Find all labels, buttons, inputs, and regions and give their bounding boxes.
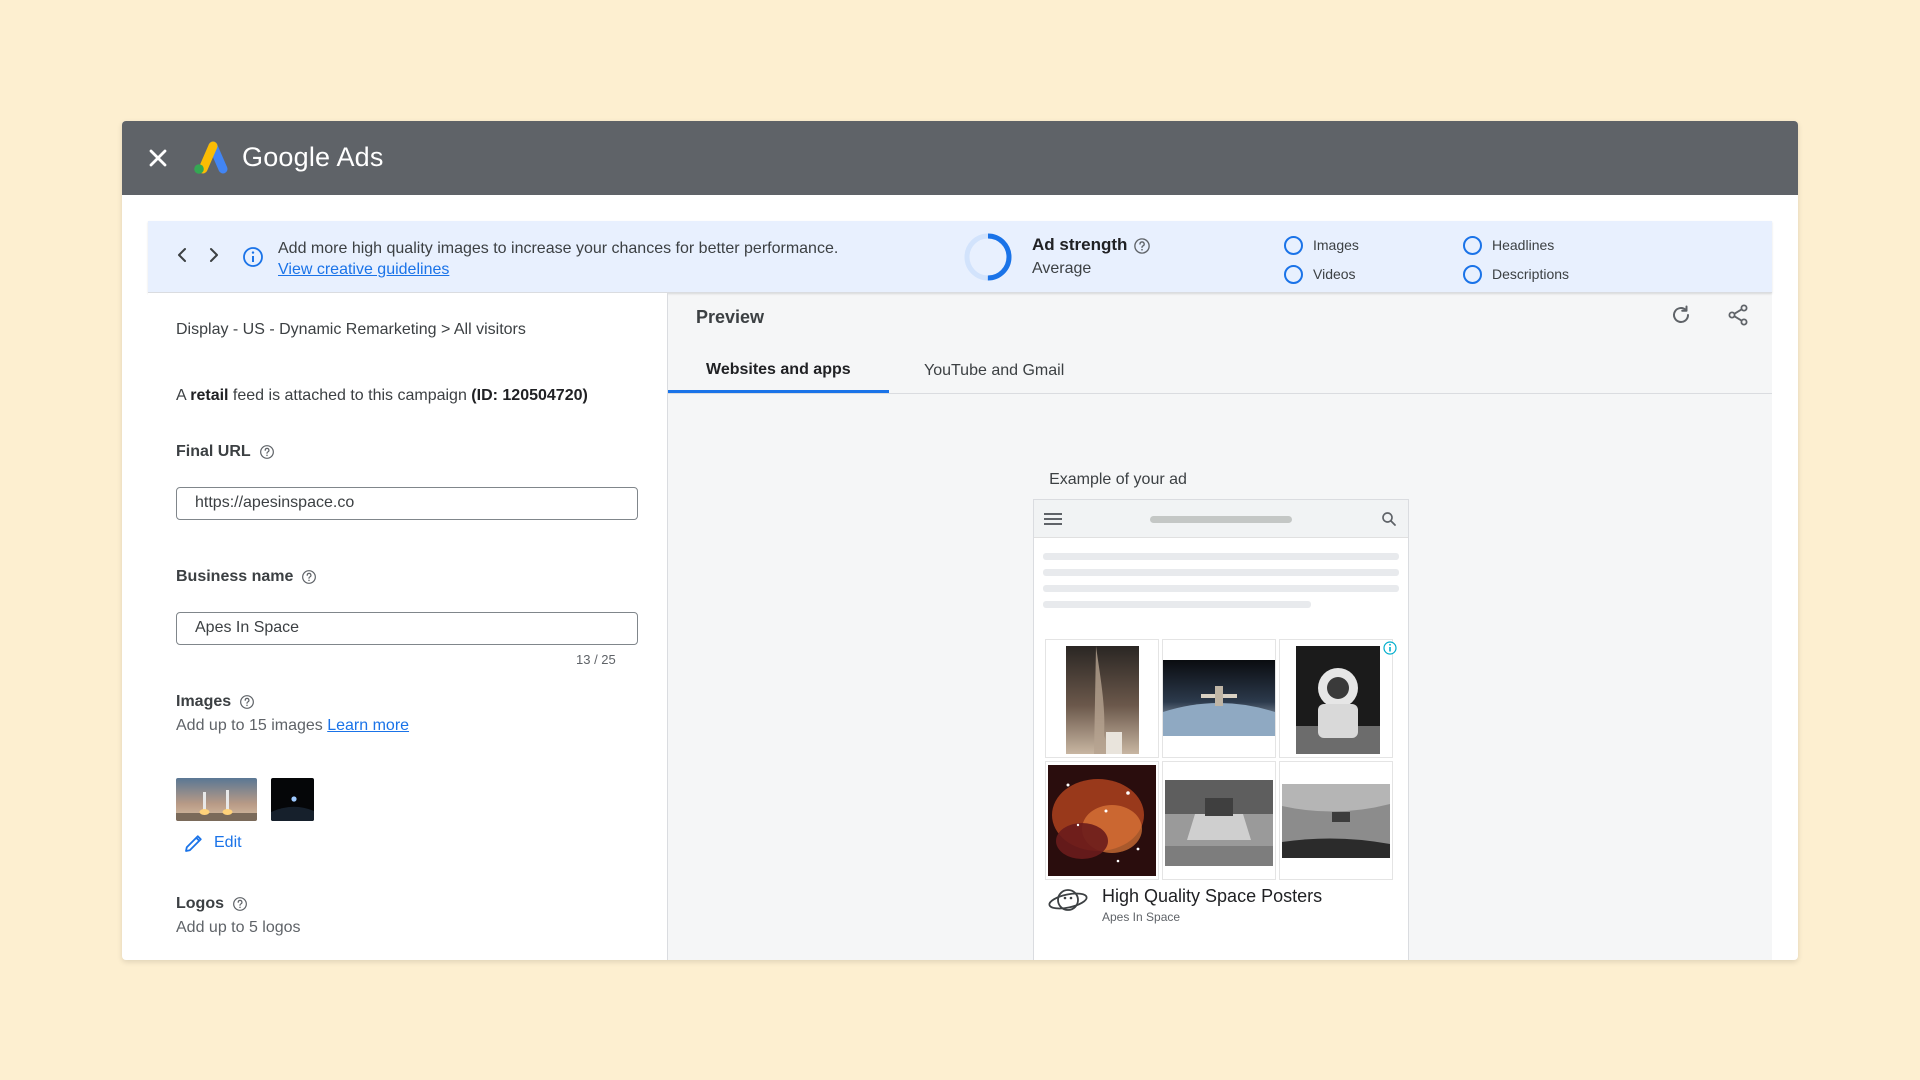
images-hint-text: Add up to 15 images [176, 717, 323, 734]
ad-business-name: Apes In Space [1102, 910, 1181, 924]
ad-strength-label: Ad strength [1032, 235, 1128, 254]
content-area: Add more high quality images to increase… [148, 221, 1772, 960]
tab-websites-and-apps[interactable]: Websites and apps [668, 349, 889, 393]
requirement-descriptions[interactable]: Descriptions [1463, 264, 1569, 284]
ad-strength-ring [964, 233, 1012, 281]
menu-icon [1044, 513, 1062, 525]
close-icon[interactable] [144, 144, 172, 172]
skeleton-line [1043, 553, 1399, 560]
character-counter: 13 / 25 [576, 652, 616, 667]
feed-prefix: A [176, 387, 191, 404]
business-name-label: Business name [176, 568, 317, 586]
title-bar: Google Ads [122, 121, 1798, 195]
ad-form-panel: Display - US - Dynamic Remarketing > All… [148, 293, 668, 960]
poster-tile [1163, 762, 1275, 879]
space-station-poster [1163, 660, 1275, 736]
earth-from-space-image [271, 778, 314, 821]
refresh-icon[interactable] [1669, 303, 1693, 327]
feed-id: (ID: 120504720) [471, 387, 588, 404]
requirement-headlines[interactable]: Headlines [1463, 235, 1554, 255]
rocket-launch-image [176, 778, 257, 821]
business-name-input[interactable]: Apes In Space [176, 612, 638, 645]
skeleton-line [1043, 585, 1399, 592]
poster-tile [1046, 640, 1158, 757]
rocket-launch-poster [1066, 646, 1139, 754]
poster-tile [1280, 640, 1392, 757]
business-name-label-text: Business name [176, 568, 294, 585]
radio-circle-icon [1284, 235, 1303, 255]
learn-more-link[interactable]: Learn more [327, 717, 409, 734]
help-icon[interactable] [259, 444, 275, 460]
adchoices-icon[interactable] [1383, 641, 1397, 655]
skeleton-line [1043, 601, 1311, 608]
view-creative-guidelines-link[interactable]: View creative guidelines [278, 261, 449, 279]
images-hint: Add up to 15 images Learn more [176, 717, 409, 735]
nebula-poster [1048, 765, 1156, 876]
planet-logo-icon [1048, 889, 1088, 911]
help-icon[interactable] [232, 896, 248, 912]
mock-browser-bar [1034, 500, 1408, 538]
app-window: Google Ads Add more high quality images … [122, 121, 1798, 960]
preview-panel: Preview Websites and apps YouTube and Gm… [668, 293, 1772, 960]
astronaut-poster [1296, 646, 1380, 754]
skeleton-line [1043, 569, 1399, 576]
lunar-module-poster [1165, 780, 1273, 866]
example-label: Example of your ad [1049, 471, 1187, 488]
feed-type: retail [190, 387, 229, 404]
poster-tile [1163, 640, 1275, 757]
ad-preview-mockup: High Quality Space Posters Apes In Space [1033, 499, 1409, 960]
chevron-right-icon[interactable] [202, 243, 226, 267]
image-thumbnail[interactable] [176, 778, 257, 821]
logos-hint: Add up to 5 logos [176, 919, 301, 936]
requirement-videos[interactable]: Videos [1284, 264, 1356, 284]
app-title: Google Ads [242, 142, 384, 172]
feed-text: feed is attached to this campaign [228, 387, 472, 404]
requirement-label: Videos [1313, 266, 1356, 282]
mock-address-bar [1150, 516, 1292, 523]
final-url-label-text: Final URL [176, 443, 251, 460]
tab-youtube-and-gmail[interactable]: YouTube and Gmail [886, 349, 1102, 393]
radio-circle-icon [1463, 235, 1482, 255]
logos-label-text: Logos [176, 895, 224, 912]
images-label: Images [176, 693, 255, 711]
feed-notice: A retail feed is attached to this campai… [176, 387, 588, 405]
ad-headline[interactable]: High Quality Space Posters [1102, 886, 1322, 907]
tabs-divider [668, 393, 1772, 394]
breadcrumb: Display - US - Dynamic Remarketing > All… [176, 321, 526, 338]
requirement-images[interactable]: Images [1284, 235, 1359, 255]
share-icon[interactable] [1726, 303, 1750, 327]
final-url-input[interactable]: https://apesinspace.co [176, 487, 638, 520]
poster-tile [1046, 762, 1158, 879]
logos-label: Logos [176, 895, 248, 913]
help-icon[interactable] [1133, 237, 1151, 255]
images-label-text: Images [176, 693, 232, 710]
image-thumbnail[interactable] [271, 778, 314, 821]
banner-message: Add more high quality images to increase… [278, 240, 839, 257]
google-ads-logo-icon [194, 141, 228, 174]
ad-strength-value: Average [1032, 260, 1092, 277]
help-icon[interactable] [239, 694, 255, 710]
requirement-label: Images [1313, 237, 1359, 253]
chevron-left-icon[interactable] [170, 243, 194, 267]
requirement-label: Descriptions [1492, 266, 1570, 282]
requirement-label: Headlines [1492, 237, 1555, 253]
poster-tile [1280, 762, 1392, 879]
radio-circle-icon [1463, 264, 1482, 284]
preview-title: Preview [696, 307, 765, 327]
final-url-label: Final URL [176, 443, 275, 461]
search-icon [1382, 512, 1396, 526]
info-icon [243, 247, 263, 267]
help-icon[interactable] [301, 569, 317, 585]
radio-circle-icon [1284, 264, 1303, 284]
edit-images-button[interactable]: Edit [182, 831, 242, 855]
edit-label: Edit [214, 834, 242, 851]
moon-surface-poster [1282, 784, 1390, 858]
ad-strength-banner: Add more high quality images to increase… [148, 221, 1772, 293]
pencil-icon [185, 835, 202, 852]
